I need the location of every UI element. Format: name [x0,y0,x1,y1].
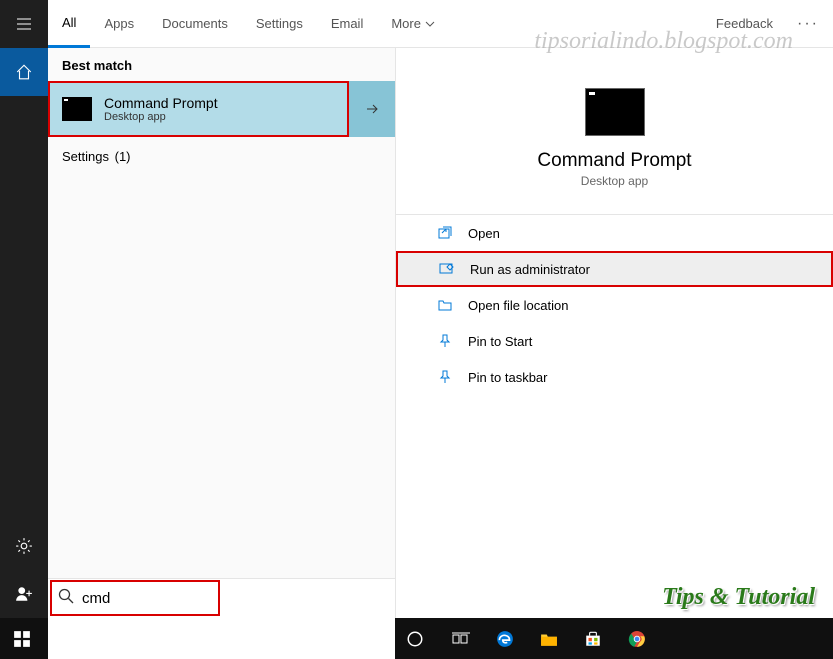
detail-title: Command Prompt [537,150,691,172]
settings-count: (1) [115,149,131,164]
tab-settings[interactable]: Settings [242,0,317,48]
best-match-label: Best match [48,48,395,81]
expand-arrow-icon[interactable] [349,81,395,137]
search-bar[interactable] [48,578,395,618]
file-explorer[interactable] [527,618,571,659]
tab-more[interactable]: More [377,0,449,48]
action-open-file-location[interactable]: Open file location [396,287,833,323]
user-icon[interactable] [0,570,48,618]
home-icon[interactable] [0,48,48,96]
action-open-label: Open [468,226,500,241]
filter-tabs: All Apps Documents Settings Email More F… [48,0,833,48]
tab-documents[interactable]: Documents [148,0,242,48]
action-open[interactable]: Open [396,215,833,251]
chevron-down-icon [425,19,435,29]
feedback-link[interactable]: Feedback [706,16,783,31]
cortana-sidebar [0,0,48,618]
details-pane: Command Prompt Desktop app Open Run as a… [395,48,833,618]
action-open-location-label: Open file location [468,298,568,313]
start-button[interactable] [0,618,44,659]
results-pane: Best match Command Prompt Desktop app Se… [48,48,395,618]
tab-more-label: More [391,16,421,31]
action-list: Open Run as administrator Open file loca… [396,215,833,395]
pin-taskbar-icon [436,368,454,386]
cmd-icon-large [585,88,645,136]
search-input[interactable] [82,590,385,607]
microsoft-store[interactable] [571,618,615,659]
cmd-icon [62,97,92,121]
hamburger-icon[interactable] [0,0,48,48]
taskbar-search-area [48,618,395,659]
pin-start-icon [436,332,454,350]
action-pin-to-taskbar[interactable]: Pin to taskbar [396,359,833,395]
action-run-admin-label: Run as administrator [470,262,590,277]
detail-subtitle: Desktop app [581,174,648,188]
action-pin-to-start[interactable]: Pin to Start [396,323,833,359]
more-options-icon[interactable]: ··· [783,15,833,33]
result-command-prompt[interactable]: Command Prompt Desktop app [48,81,349,137]
task-view-button[interactable] [439,618,483,659]
action-pin-taskbar-label: Pin to taskbar [468,370,548,385]
tab-all[interactable]: All [48,0,90,48]
admin-icon [438,260,456,278]
taskbar [0,618,833,659]
result-title: Command Prompt [104,95,218,111]
action-run-as-administrator[interactable]: Run as administrator [396,251,833,287]
folder-icon [436,296,454,314]
result-subtitle: Desktop app [104,111,218,123]
settings-label: Settings [62,149,109,164]
tab-apps[interactable]: Apps [90,0,148,48]
chrome-browser[interactable] [615,618,659,659]
action-pin-start-label: Pin to Start [468,334,532,349]
edge-browser[interactable] [483,618,527,659]
search-icon [58,588,74,609]
tab-email[interactable]: Email [317,0,378,48]
open-icon [436,224,454,242]
cortana-button[interactable] [391,618,439,659]
settings-category[interactable]: Settings (1) [48,137,395,176]
gear-icon[interactable] [0,522,48,570]
